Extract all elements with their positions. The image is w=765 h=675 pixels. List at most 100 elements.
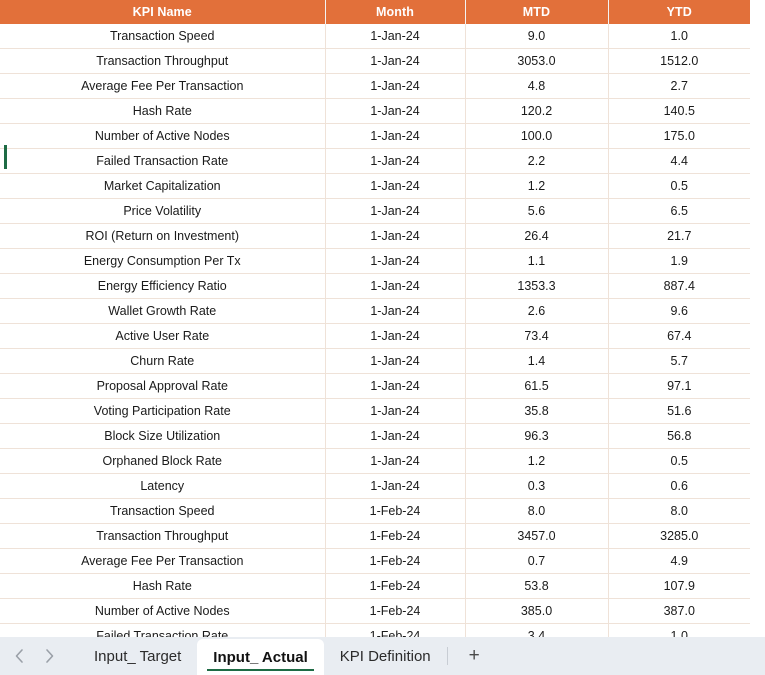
table-row[interactable]: Price Volatility 1-Jan-24 5.6 6.5	[0, 198, 750, 224]
table-row[interactable]: Average Fee Per Transaction 1-Jan-24 4.8 2.…	[0, 73, 750, 99]
cell-kpi_name[interactable]: Number of Active Nodes	[0, 123, 326, 149]
cell-month[interactable]: 1-Jan-24	[325, 148, 466, 174]
cell-ytd[interactable]: 1.0	[608, 623, 750, 637]
table-body[interactable]: Transaction Speed 1-Jan-24 9.0 1.0 Transacti…	[0, 24, 750, 637]
cell-mtd[interactable]: 385.0	[465, 598, 609, 624]
table-row[interactable]: Failed Transaction Rate 1-Jan-24 2.2 4.4	[0, 148, 750, 174]
cell-kpi_name[interactable]: Failed Transaction Rate	[0, 623, 326, 637]
table-row[interactable]: Energy Efficiency Ratio 1-Jan-24 1353.3 887…	[0, 273, 750, 299]
cell-kpi_name[interactable]: Wallet Growth Rate	[0, 298, 326, 324]
cell-ytd[interactable]: 140.5	[608, 98, 750, 124]
table-row[interactable]: Orphaned Block Rate 1-Jan-24 1.2 0.5	[0, 448, 750, 474]
cell-kpi_name[interactable]: Failed Transaction Rate	[0, 148, 326, 174]
cell-ytd[interactable]: 1.0	[608, 24, 750, 49]
table-row[interactable]: Hash Rate 1-Jan-24 120.2 140.5	[0, 98, 750, 124]
cell-month[interactable]: 1-Jan-24	[325, 123, 466, 149]
cell-mtd[interactable]: 2.6	[465, 298, 609, 324]
table-row[interactable]: Market Capitalization 1-Jan-24 1.2 0.5	[0, 173, 750, 199]
cell-kpi_name[interactable]: Latency	[0, 473, 326, 499]
cell-kpi_name[interactable]: Transaction Throughput	[0, 48, 326, 74]
cell-month[interactable]: 1-Jan-24	[325, 48, 466, 74]
table-row[interactable]: Active User Rate 1-Jan-24 73.4 67.4	[0, 323, 750, 349]
cell-mtd[interactable]: 73.4	[465, 323, 609, 349]
cell-mtd[interactable]: 26.4	[465, 223, 609, 249]
cell-kpi_name[interactable]: Hash Rate	[0, 573, 326, 599]
cell-ytd[interactable]: 4.4	[608, 148, 750, 174]
cell-kpi_name[interactable]: Active User Rate	[0, 323, 326, 349]
cell-kpi_name[interactable]: Average Fee Per Transaction	[0, 548, 326, 574]
table-row[interactable]: Block Size Utilization 1-Jan-24 96.3 56.8	[0, 423, 750, 449]
sheet-tab[interactable]: KPI Definition	[324, 637, 447, 675]
cell-mtd[interactable]: 120.2	[465, 98, 609, 124]
cell-ytd[interactable]: 21.7	[608, 223, 750, 249]
cell-mtd[interactable]: 61.5	[465, 373, 609, 399]
cell-mtd[interactable]: 100.0	[465, 123, 609, 149]
cell-month[interactable]: 1-Feb-24	[325, 598, 466, 624]
column-header-ytd[interactable]: YTD	[608, 0, 750, 24]
cell-month[interactable]: 1-Jan-24	[325, 473, 466, 499]
table-row[interactable]: Transaction Throughput 1-Feb-24 3457.0 3285…	[0, 523, 750, 549]
table-row[interactable]: Number of Active Nodes 1-Jan-24 100.0 175.0	[0, 123, 750, 149]
cell-mtd[interactable]: 1.2	[465, 173, 609, 199]
cell-month[interactable]: 1-Feb-24	[325, 498, 466, 524]
table-row[interactable]: Voting Participation Rate 1-Jan-24 35.8 51.…	[0, 398, 750, 424]
cell-kpi_name[interactable]: Energy Consumption Per Tx	[0, 248, 326, 274]
cell-mtd[interactable]: 96.3	[465, 423, 609, 449]
sheet-tab-bar[interactable]: Input_ Target Input_ Actual KPI Definition…	[0, 637, 765, 675]
cell-ytd[interactable]: 107.9	[608, 573, 750, 599]
sheet-nav-arrows[interactable]	[0, 637, 64, 675]
cell-ytd[interactable]: 67.4	[608, 323, 750, 349]
cell-kpi_name[interactable]: Transaction Throughput	[0, 523, 326, 549]
cell-month[interactable]: 1-Jan-24	[325, 24, 466, 49]
cell-ytd[interactable]: 9.6	[608, 298, 750, 324]
cell-month[interactable]: 1-Jan-24	[325, 348, 466, 374]
cell-ytd[interactable]: 8.0	[608, 498, 750, 524]
cell-kpi_name[interactable]: Orphaned Block Rate	[0, 448, 326, 474]
cell-kpi_name[interactable]: Hash Rate	[0, 98, 326, 124]
cell-kpi_name[interactable]: Price Volatility	[0, 198, 326, 224]
sheet-tab-active[interactable]: Input_ Actual	[197, 639, 324, 675]
table-row[interactable]: Average Fee Per Transaction 1-Feb-24 0.7 4.…	[0, 548, 750, 574]
cell-ytd[interactable]: 887.4	[608, 273, 750, 299]
sheet-tabs[interactable]: Input_ Target Input_ Actual KPI Definition…	[78, 637, 502, 675]
sheet-tab[interactable]: Input_ Target	[78, 637, 197, 675]
cell-kpi_name[interactable]: Voting Participation Rate	[0, 398, 326, 424]
cell-month[interactable]: 1-Jan-24	[325, 323, 466, 349]
cell-kpi_name[interactable]: Block Size Utilization	[0, 423, 326, 449]
table-row[interactable]: Wallet Growth Rate 1-Jan-24 2.6 9.6	[0, 298, 750, 324]
cell-mtd[interactable]: 1353.3	[465, 273, 609, 299]
table-row[interactable]: Churn Rate 1-Jan-24 1.4 5.7	[0, 348, 750, 374]
cell-month[interactable]: 1-Jan-24	[325, 273, 466, 299]
cell-ytd[interactable]: 6.5	[608, 198, 750, 224]
cell-ytd[interactable]: 0.5	[608, 173, 750, 199]
chevron-right-icon[interactable]	[34, 641, 64, 671]
cell-kpi_name[interactable]: Market Capitalization	[0, 173, 326, 199]
cell-month[interactable]: 1-Feb-24	[325, 623, 466, 637]
grid-viewport[interactable]: KPI Name Month MTD YTD Transaction Speed…	[0, 0, 765, 637]
cell-kpi_name[interactable]: ROI (Return on Investment)	[0, 223, 326, 249]
cell-kpi_name[interactable]: Energy Efficiency Ratio	[0, 273, 326, 299]
cell-mtd[interactable]: 3053.0	[465, 48, 609, 74]
table-row[interactable]: ROI (Return on Investment) 1-Jan-24 26.4 21…	[0, 223, 750, 249]
cell-ytd[interactable]: 1512.0	[608, 48, 750, 74]
table-row[interactable]: Transaction Throughput 1-Jan-24 3053.0 1512…	[0, 48, 750, 74]
cell-mtd[interactable]: 3457.0	[465, 523, 609, 549]
cell-mtd[interactable]: 4.8	[465, 73, 609, 99]
cell-month[interactable]: 1-Jan-24	[325, 223, 466, 249]
cell-month[interactable]: 1-Jan-24	[325, 73, 466, 99]
cell-month[interactable]: 1-Jan-24	[325, 373, 466, 399]
cell-ytd[interactable]: 56.8	[608, 423, 750, 449]
cell-mtd[interactable]: 3.4	[465, 623, 609, 637]
table-row[interactable]: Hash Rate 1-Feb-24 53.8 107.9	[0, 573, 750, 599]
cell-mtd[interactable]: 2.2	[465, 148, 609, 174]
cell-ytd[interactable]: 1.9	[608, 248, 750, 274]
cell-month[interactable]: 1-Jan-24	[325, 98, 466, 124]
cell-mtd[interactable]: 0.3	[465, 473, 609, 499]
cell-mtd[interactable]: 1.1	[465, 248, 609, 274]
cell-kpi_name[interactable]: Average Fee Per Transaction	[0, 73, 326, 99]
cell-mtd[interactable]: 1.4	[465, 348, 609, 374]
cell-mtd[interactable]: 9.0	[465, 24, 609, 49]
cell-month[interactable]: 1-Jan-24	[325, 398, 466, 424]
table-row[interactable]: Energy Consumption Per Tx 1-Jan-24 1.1 1.9	[0, 248, 750, 274]
cell-month[interactable]: 1-Jan-24	[325, 423, 466, 449]
